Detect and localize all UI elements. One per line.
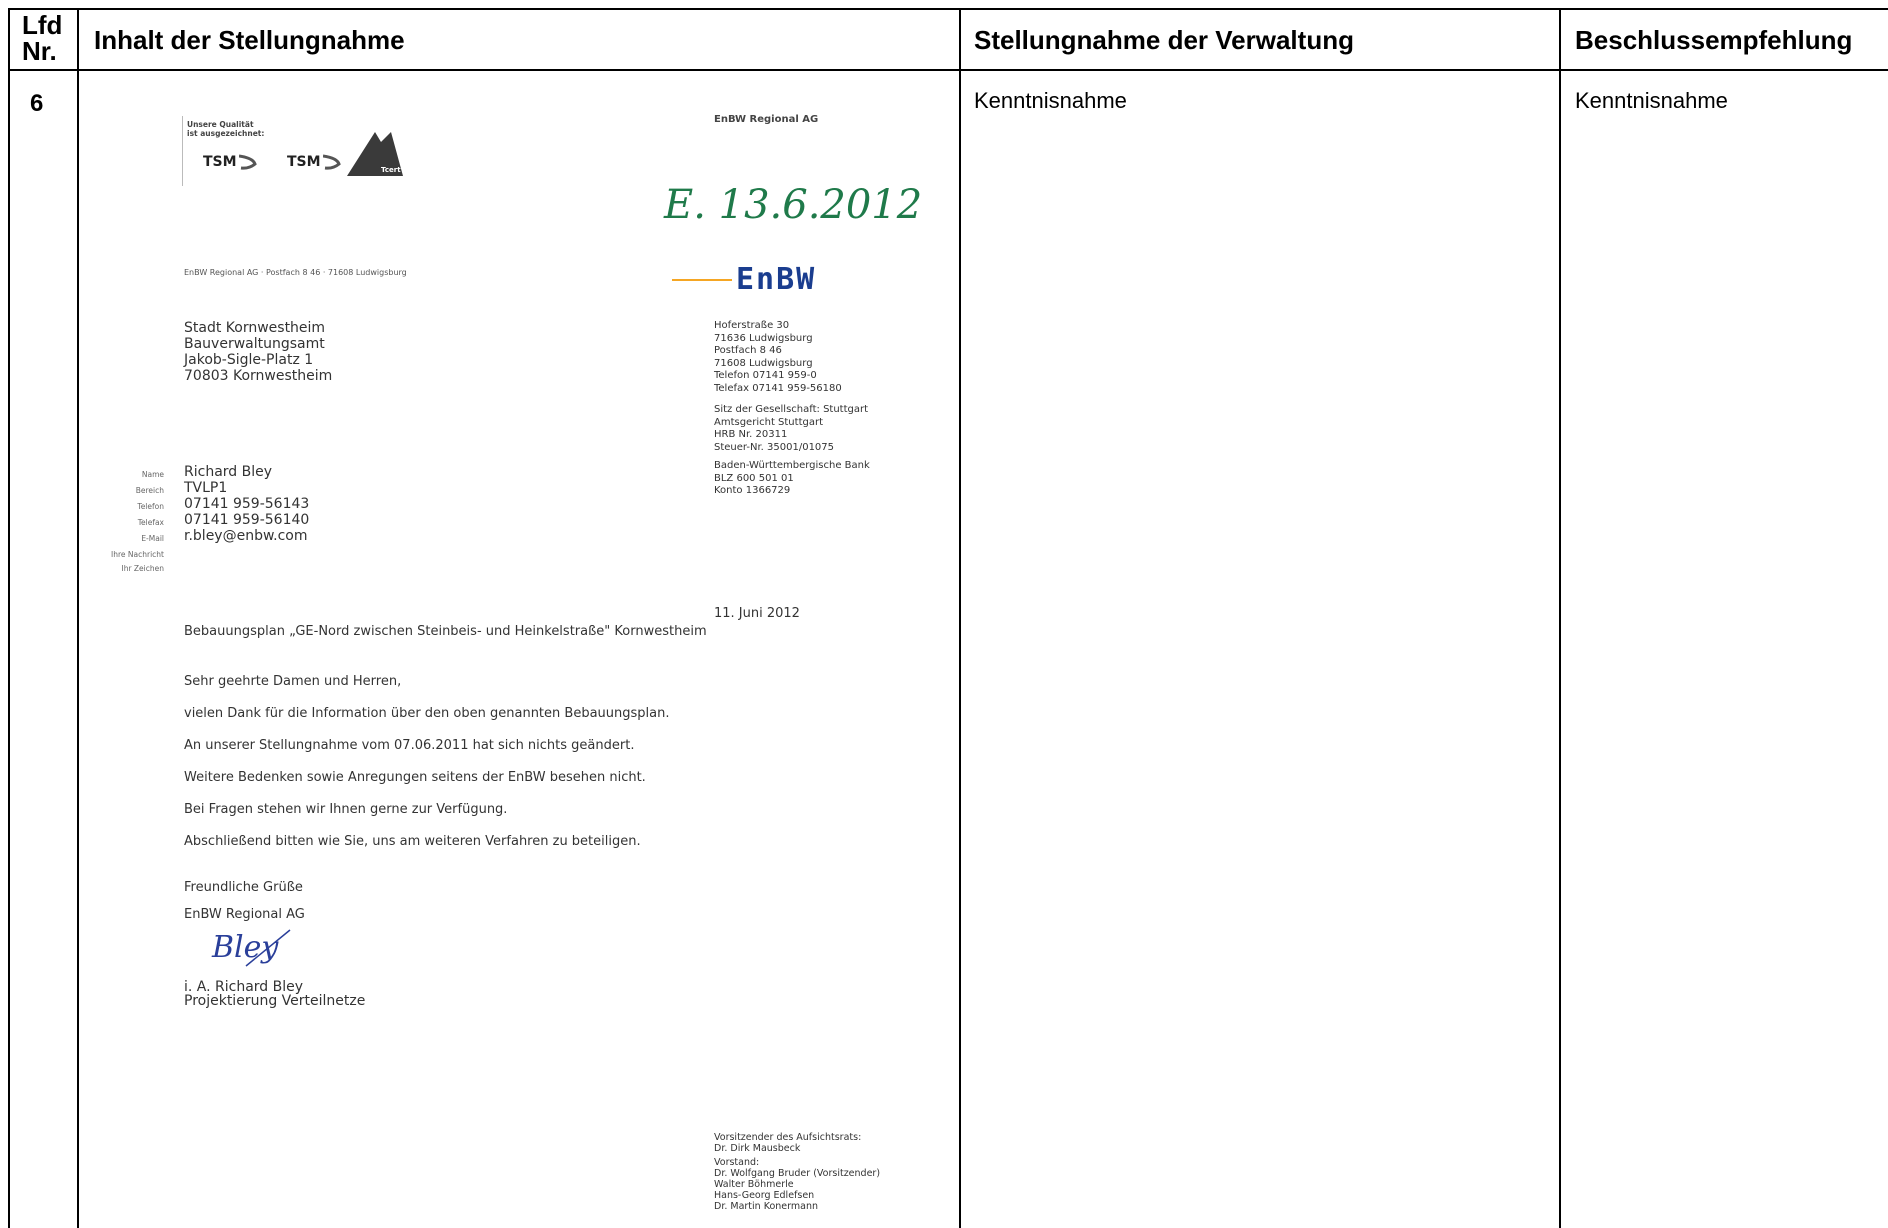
paragraph: Bei Fragen stehen wir Ihnen gerne zur Ve… xyxy=(184,802,508,817)
bank-line: BLZ 600 501 01 xyxy=(714,472,794,484)
board-line: Dr. Wolfgang Bruder (Vorsitzender) xyxy=(714,1168,881,1179)
recipient-line: Jakob-Sigle-Platz 1 xyxy=(184,352,314,368)
recipient-line: Bauverwaltungsamt xyxy=(184,336,325,352)
paragraph: vielen Dank für die Information über den… xyxy=(184,706,670,721)
sender-line: Telefon 07141 959-0 xyxy=(714,370,817,381)
contact-value: 07141 959-56140 xyxy=(184,512,310,528)
paragraph: Abschließend bitten wie Sie, uns am weit… xyxy=(184,834,641,849)
header-bottom-border xyxy=(8,69,1888,71)
board-line: Hans-Georg Edlefsen xyxy=(714,1190,815,1201)
bank-info: Baden-Württembergische Bank BLZ 600 501 … xyxy=(714,460,870,498)
salutation: Sehr geehrte Damen und Herren, xyxy=(184,674,402,689)
closing: Freundliche Grüße xyxy=(184,880,303,895)
company-head: EnBW Regional AG xyxy=(714,114,819,125)
board-line: Dr. Martin Konermann xyxy=(714,1201,819,1212)
board-line: Walter Böhmerle xyxy=(714,1179,794,1190)
col-divider-3 xyxy=(1559,8,1561,1228)
cert-swoosh-icon xyxy=(239,154,257,170)
table-left-border xyxy=(8,8,10,1228)
sender-line: Hoferstraße 30 xyxy=(714,320,790,331)
company-line: Amtsgericht Stuttgart xyxy=(714,416,823,428)
sender-line: Telefax 07141 959-56180 xyxy=(714,382,842,394)
cert-logo-2: TSM xyxy=(287,154,321,170)
col-divider-2 xyxy=(959,8,961,1228)
signature-stroke-icon xyxy=(245,929,291,967)
sender-info: Hoferstraße 30 71636 Ludwigsburg Postfac… xyxy=(714,320,842,395)
header-beschluss: Beschlussempfehlung xyxy=(1575,25,1853,55)
board-line: Dr. Dirk Mausbeck xyxy=(714,1143,801,1154)
letter-date: 11. Juni 2012 xyxy=(714,606,800,621)
header-verwaltung: Stellungnahme der Verwaltung xyxy=(974,25,1354,55)
sender-line: 71608 Ludwigsburg xyxy=(714,357,813,369)
sender-line: 71636 Ludwigsburg xyxy=(714,332,813,344)
contact-label: Ihre Nachricht xyxy=(111,550,164,559)
logo-orange-line xyxy=(672,279,732,281)
row-number: 6 xyxy=(30,90,44,117)
company-info: Sitz der Gesellschaft: Stuttgart Amtsger… xyxy=(714,404,868,454)
contact-value: 07141 959-56143 xyxy=(184,496,310,512)
header-lfd-nr: Lfd Nr. xyxy=(22,10,63,66)
paragraph: An unserer Stellungnahme vom 07.06.2011 … xyxy=(184,738,635,753)
board-line: Vorsitzender des Aufsichtsrats: xyxy=(714,1132,862,1143)
contact-label: Telefon xyxy=(137,502,164,511)
verwaltung-cell: Kenntnisnahme xyxy=(974,88,1127,113)
contact-label: Telefax xyxy=(137,518,164,527)
board-line: Vorstand: xyxy=(714,1157,760,1168)
bank-line: Baden-Württembergische Bank xyxy=(714,460,870,471)
closing-company: EnBW Regional AG xyxy=(184,907,305,922)
company-line: Steuer-Nr. 35001/01075 xyxy=(714,441,835,453)
received-stamp: E. 13.6.2012 xyxy=(664,182,923,228)
letter-subject: Bebauungsplan „GE-Nord zwischen Steinbei… xyxy=(184,624,707,639)
signer-block: i. A. Richard Bley Projektierung Verteil… xyxy=(184,980,365,1008)
cert-logo-3: Tcert xyxy=(381,166,401,174)
cert-swoosh-icon xyxy=(323,154,341,170)
contact-label: E-Mail xyxy=(141,534,164,543)
contact-label: Ihr Zeichen xyxy=(121,564,164,573)
return-address: EnBW Regional AG · Postfach 8 46 · 71608… xyxy=(184,268,407,277)
recipient-line: Stadt Kornwestheim xyxy=(184,320,326,336)
recipient-address: Stadt Kornwestheim Bauverwaltungsamt Jak… xyxy=(184,320,332,384)
contact-value: r.bley@enbw.com xyxy=(184,528,308,544)
col-divider-1 xyxy=(77,8,79,1228)
certification-box: Unsere Qualität ist ausgezeichnet: TSM T… xyxy=(182,116,405,186)
company-line: Sitz der Gesellschaft: Stuttgart xyxy=(714,404,869,415)
cert-logo-1: TSM xyxy=(203,154,237,170)
quality-line-1: Unsere Qualität xyxy=(187,120,254,129)
paragraph: Weitere Bedenken sowie Anregungen seiten… xyxy=(184,770,646,785)
board-info: Vorsitzender des Aufsichtsrats: Dr. Dirk… xyxy=(714,1132,880,1212)
contact-value: Richard Bley xyxy=(184,464,273,480)
scanned-letter: Unsere Qualität ist ausgezeichnet: TSM T… xyxy=(94,82,954,1228)
recipient-line: 70803 Kornwestheim xyxy=(184,368,333,384)
table-top-border xyxy=(8,8,1888,10)
contact-value: TVLP1 xyxy=(184,480,228,496)
beschluss-cell: Kenntnisnahme xyxy=(1575,88,1728,113)
logo-text: EnBW xyxy=(736,262,817,297)
contact-label: Bereich xyxy=(135,486,164,495)
signer-name: i. A. Richard Bley xyxy=(184,979,304,995)
bank-line: Konto 1366729 xyxy=(714,485,791,496)
company-line: HRB Nr. 20311 xyxy=(714,429,788,440)
enbw-logo: EnBW xyxy=(672,260,852,300)
signer-title: Projektierung Verteilnetze xyxy=(184,993,366,1009)
contact-labels: Name Bereich Telefon Telefax E-Mail Ihre… xyxy=(104,470,164,578)
header-inhalt: Inhalt der Stellungnahme xyxy=(94,25,405,55)
sender-line: Postfach 8 46 xyxy=(714,345,782,356)
contact-values: Richard Bley TVLP1 07141 959-56143 07141… xyxy=(184,464,309,544)
contact-label: Name xyxy=(141,470,164,479)
quality-line-2: ist ausgezeichnet: xyxy=(187,129,265,138)
